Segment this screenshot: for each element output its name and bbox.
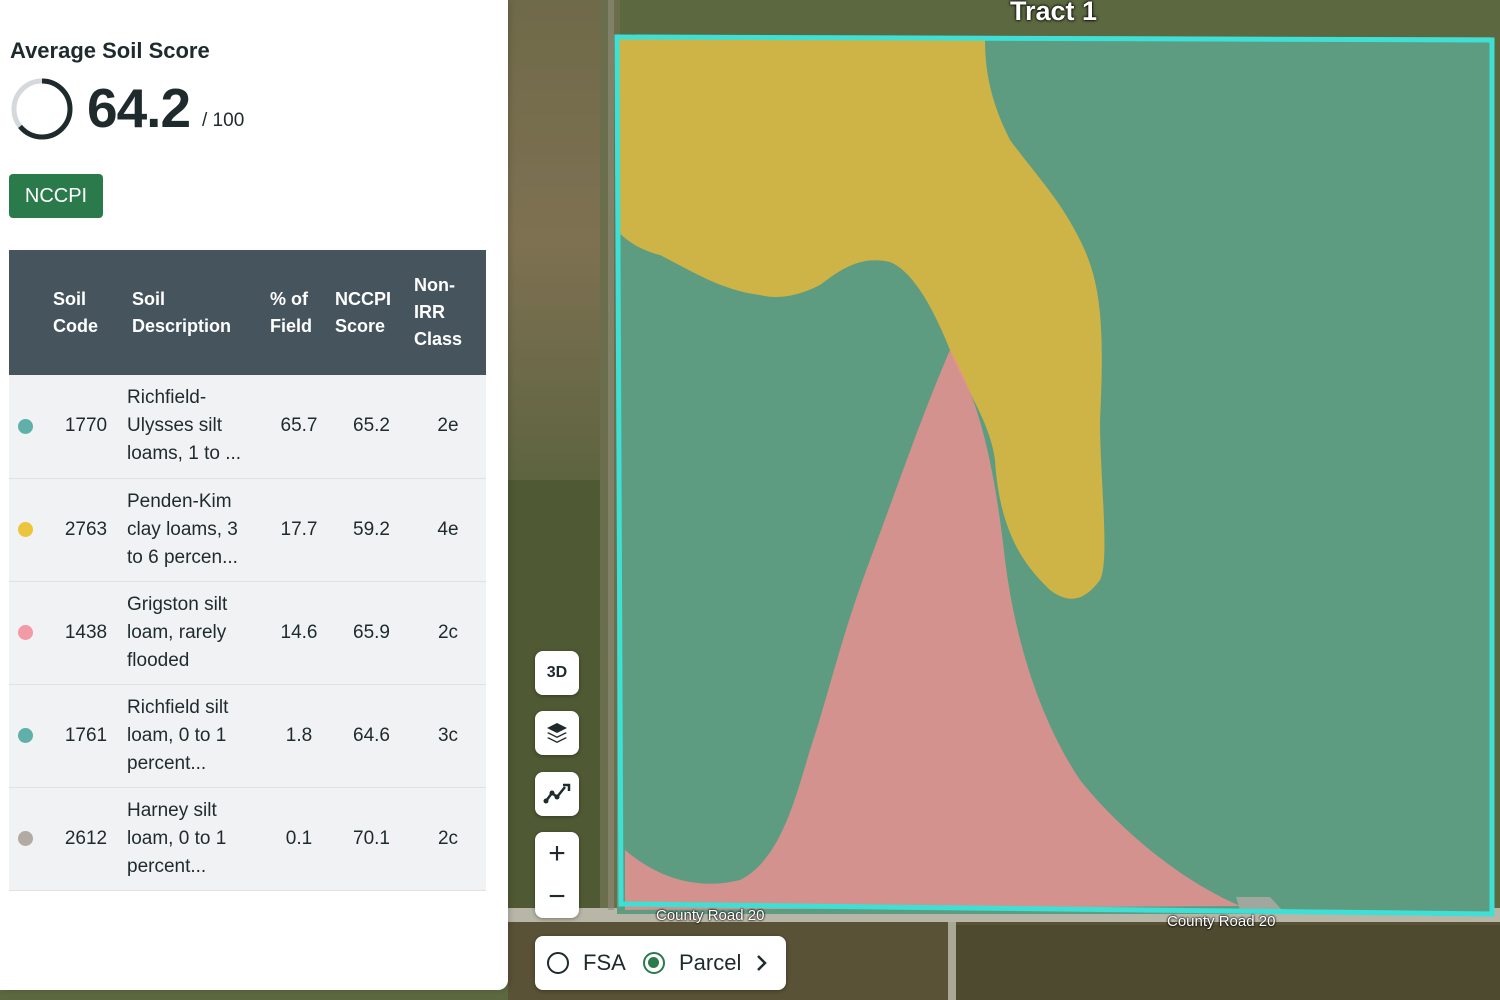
road-label: County Road 20 — [656, 907, 765, 924]
boundary-source-toggle: FSA Parcel — [535, 936, 786, 990]
percent-of-field-cell: 1.8 — [285, 724, 313, 746]
header-soil-description[interactable]: Soil Description — [127, 250, 265, 375]
average-soil-score-title: Average Soil Score — [10, 38, 210, 63]
soil-color-dot — [18, 831, 33, 846]
nccpi-score-cell: 64.6 — [353, 724, 390, 746]
soil-code-cell: 2612 — [64, 827, 108, 849]
table-row[interactable]: 2763 Penden-Kim clay loams, 3 to 6 perce… — [9, 478, 486, 581]
soil-zones — [617, 37, 1492, 914]
soil-color-dot — [18, 728, 33, 743]
nccpi-score-cell: 65.2 — [353, 415, 390, 437]
chevron-right-icon[interactable] — [752, 950, 772, 976]
fsa-label: FSA — [583, 950, 626, 975]
layers-button[interactable] — [535, 711, 579, 755]
non-irr-class-cell: 2c — [437, 827, 459, 849]
zoom-in-button[interactable]: + — [535, 832, 579, 875]
tract-label: Tract 1 — [1010, 0, 1098, 26]
layers-icon — [547, 723, 567, 743]
score-ring-icon — [11, 78, 73, 140]
table-row[interactable]: 1438 Grigston silt loam, rarely flooded … — [9, 581, 486, 684]
soil-description-cell: Grigston silt loam, rarely flooded — [127, 593, 228, 671]
header-soil-code[interactable]: Soil Code — [45, 250, 127, 375]
table-header-row: Soil Code Soil Description % of Field NC… — [9, 250, 486, 375]
table-row[interactable]: 2612 Harney silt loam, 0 to 1 percent...… — [9, 787, 486, 890]
nccpi-score-cell: 59.2 — [353, 518, 390, 540]
score-max-label: / 100 — [202, 110, 245, 131]
soil-description-cell: Penden-Kim clay loams, 3 to 6 percen... — [127, 490, 238, 568]
zoom-controls: + − — [535, 832, 579, 918]
table-row[interactable]: 1761 Richfield silt loam, 0 to 1 percent… — [9, 684, 486, 787]
non-irr-class-cell: 3c — [437, 724, 459, 746]
soil-code-cell: 1438 — [64, 621, 108, 643]
soil-code-cell: 1770 — [64, 415, 108, 437]
soil-description-cell: Richfield- Ulysses silt loams, 1 to ... — [127, 387, 242, 465]
soil-table: Soil Code Soil Description % of Field NC… — [9, 250, 486, 891]
nccpi-score-cell: 70.1 — [353, 827, 390, 849]
percent-of-field-cell: 65.7 — [280, 415, 318, 437]
header-non-irr-class[interactable]: Non- IRR Class — [410, 250, 486, 375]
soil-description-cell: Richfield silt loam, 0 to 1 percent... — [127, 696, 229, 774]
soil-color-dot — [18, 418, 33, 434]
soil-code-cell: 2763 — [64, 518, 108, 540]
percent-of-field-cell: 17.7 — [280, 518, 318, 540]
percent-of-field-cell: 0.1 — [285, 827, 313, 849]
soil-description-cell: Harney silt loam, 0 to 1 percent... — [127, 799, 227, 877]
non-irr-class-cell: 2c — [437, 621, 459, 643]
nccpi-score-cell: 65.9 — [353, 621, 390, 643]
percent-of-field-cell: 14.6 — [280, 621, 318, 643]
soil-color-dot — [18, 522, 33, 537]
zoom-out-button[interactable]: − — [535, 875, 579, 918]
road-label: County Road 20 — [1167, 913, 1276, 930]
soil-code-cell: 1761 — [64, 724, 108, 746]
nccpi-method-button[interactable]: NCCPI — [9, 174, 103, 218]
soil-score-panel: Average Soil Score 64.2 / 100 NCCPI Soil… — [0, 0, 508, 990]
parcel-radio-icon[interactable] — [643, 952, 665, 974]
draw-icon — [543, 783, 571, 804]
table-row[interactable]: 1770 Richfield- Ulysses silt loams, 1 to… — [9, 375, 486, 478]
non-irr-class-cell: 4e — [437, 518, 459, 540]
average-soil-score-value: 64.2 — [87, 77, 191, 139]
header-percent-of-field[interactable]: % of Field — [265, 250, 333, 375]
3d-toggle-button[interactable]: 3D — [535, 651, 579, 695]
fsa-radio-icon[interactable] — [547, 952, 569, 974]
non-irr-class-cell: 2e — [437, 415, 459, 437]
draw-tool-button[interactable] — [535, 772, 579, 816]
parcel-radio-option[interactable]: Parcel — [643, 936, 741, 990]
soil-color-dot — [18, 625, 33, 640]
header-nccpi-score[interactable]: NCCPI Score — [333, 250, 410, 375]
fsa-radio-option[interactable]: FSA — [547, 936, 626, 990]
parcel-label: Parcel — [679, 950, 742, 975]
